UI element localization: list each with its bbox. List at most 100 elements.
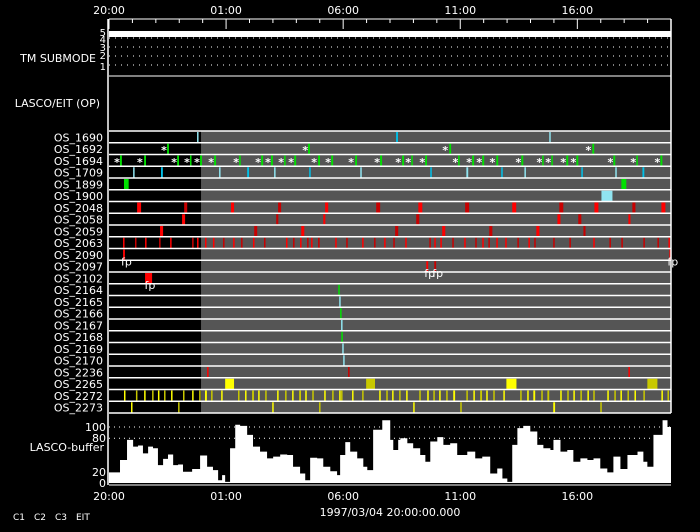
event-mark	[258, 390, 260, 402]
event-mark	[621, 179, 627, 190]
event-mark	[581, 167, 583, 178]
event-mark	[583, 226, 586, 237]
event-mark	[533, 390, 536, 402]
event-mark	[379, 390, 381, 402]
top-time-label: 11:00	[444, 4, 476, 17]
event-mark	[214, 155, 217, 167]
event-mark	[542, 155, 544, 167]
event-mark	[453, 390, 456, 402]
buffer-ytick-label: 0	[99, 477, 106, 490]
legend-c1: C1	[13, 513, 25, 523]
event-mark	[433, 390, 435, 402]
event-mark	[293, 237, 295, 249]
event-mark	[294, 155, 297, 167]
event-mark	[338, 284, 340, 296]
event-mark	[402, 155, 405, 167]
fp-flag: fp	[432, 267, 443, 280]
event-mark	[636, 155, 638, 167]
event-mark	[292, 390, 294, 402]
event-mark	[425, 155, 427, 167]
event-mark	[580, 390, 582, 402]
event-mark	[341, 320, 343, 331]
fp-flag: fp	[121, 255, 132, 268]
event-mark	[145, 237, 147, 249]
event-mark	[449, 143, 452, 155]
event-mark	[134, 237, 137, 249]
event-mark	[668, 237, 670, 249]
event-mark	[205, 237, 207, 249]
event-mark	[348, 367, 350, 378]
event-mark	[647, 378, 658, 390]
event-mark	[429, 237, 431, 249]
event-mark	[339, 296, 341, 308]
event-mark	[164, 390, 166, 402]
top-time-label: 20:00	[93, 4, 125, 17]
event-mark	[615, 167, 617, 178]
event-mark	[308, 143, 310, 155]
event-mark	[231, 202, 235, 214]
event-mark	[384, 237, 386, 249]
event-mark	[212, 237, 215, 249]
event-mark	[264, 237, 266, 249]
event-mark	[170, 237, 172, 249]
event-mark	[486, 390, 488, 402]
event-mark	[601, 190, 613, 202]
event-mark	[472, 155, 475, 167]
bottom-time-label: 20:00	[93, 490, 125, 503]
event-mark	[528, 237, 530, 249]
event-mark	[182, 390, 185, 402]
event-mark	[434, 237, 436, 249]
event-mark	[285, 390, 287, 402]
bottom-time-label: 11:00	[444, 490, 476, 503]
event-mark	[380, 155, 383, 167]
bottom-time-label: 16:00	[561, 490, 593, 503]
event-mark	[192, 390, 194, 402]
event-mark	[657, 237, 659, 249]
event-mark	[252, 390, 254, 402]
legend-c2: C2	[34, 513, 46, 523]
event-mark	[120, 155, 122, 167]
event-mark	[192, 237, 194, 249]
tm-submode-label: TM SUBMODE	[19, 52, 96, 65]
event-mark	[614, 390, 616, 402]
event-mark	[152, 390, 154, 402]
event-mark	[301, 226, 305, 237]
event-mark	[406, 390, 408, 402]
event-mark	[521, 155, 524, 167]
event-mark	[592, 143, 595, 155]
event-mark	[578, 214, 582, 225]
event-mark	[416, 214, 420, 225]
event-mark	[466, 390, 468, 402]
event-mark	[452, 237, 454, 249]
event-mark	[536, 226, 540, 237]
event-mark	[261, 155, 264, 167]
event-mark	[205, 390, 207, 402]
event-mark	[392, 390, 394, 402]
event-mark	[667, 390, 669, 402]
event-mark	[496, 155, 499, 167]
event-mark	[621, 237, 623, 249]
legend-eit: EIT	[76, 513, 90, 523]
event-mark	[496, 237, 498, 249]
fp-flag: fp	[667, 255, 678, 268]
event-mark	[160, 167, 163, 178]
event-mark	[593, 237, 595, 249]
event-mark	[160, 226, 164, 237]
event-mark	[643, 390, 645, 402]
event-mark	[643, 237, 645, 249]
event-mark	[418, 202, 423, 214]
event-mark	[307, 237, 309, 249]
event-mark	[167, 143, 169, 155]
top-time-label: 16:00	[561, 4, 593, 17]
event-mark	[277, 390, 279, 402]
event-mark	[271, 155, 273, 167]
event-mark	[241, 237, 243, 249]
event-mark	[573, 390, 575, 402]
event-mark	[286, 237, 288, 249]
event-mark	[512, 202, 517, 214]
event-mark	[184, 202, 188, 214]
event-mark	[245, 390, 247, 402]
event-mark	[312, 390, 314, 402]
event-mark	[157, 390, 160, 402]
event-mark	[493, 390, 495, 402]
